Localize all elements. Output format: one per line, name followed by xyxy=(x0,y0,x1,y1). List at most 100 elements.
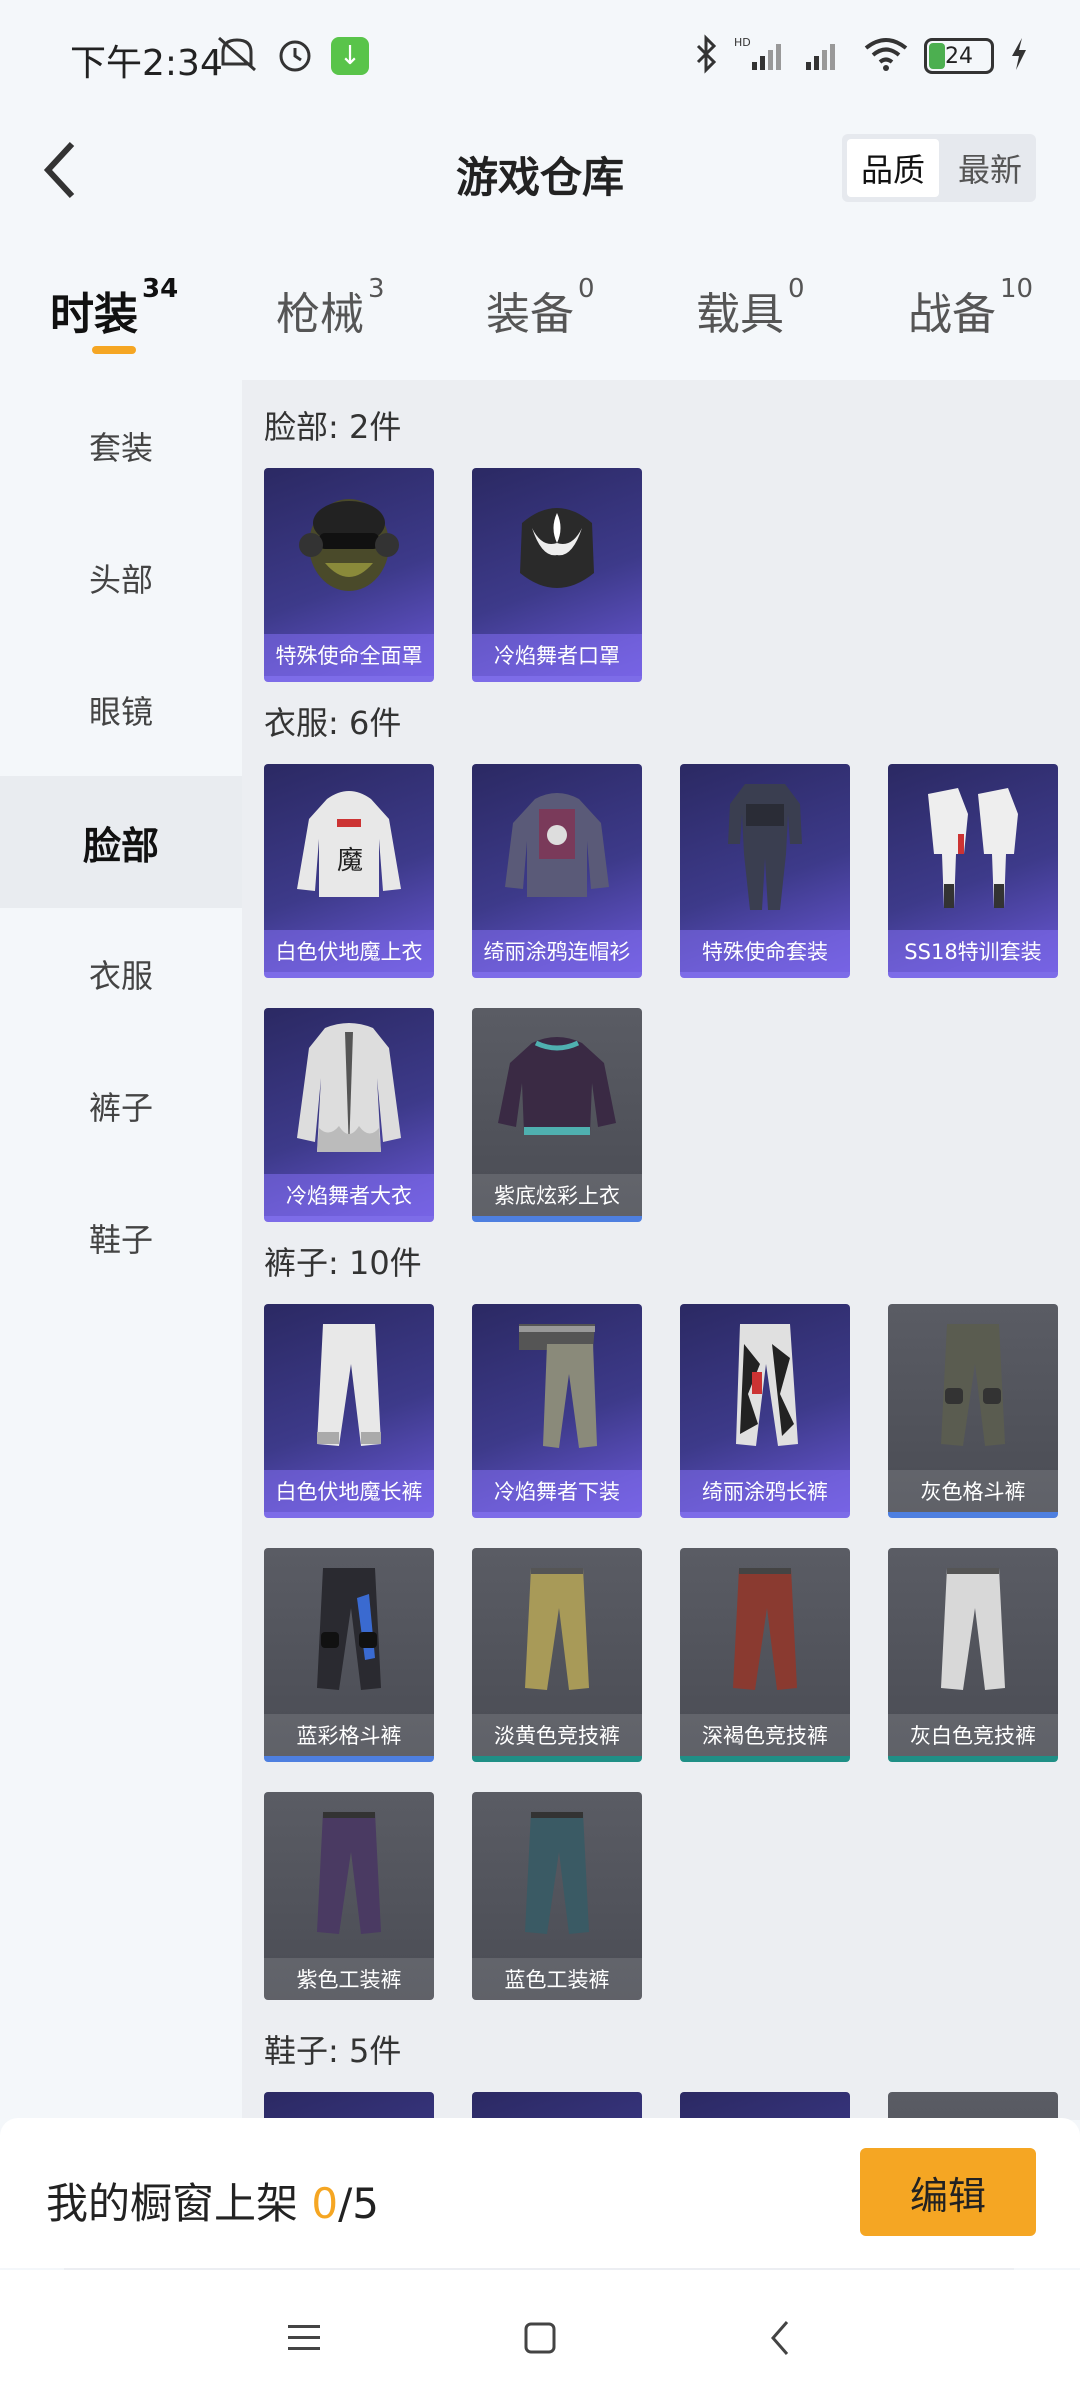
charging-icon xyxy=(1008,34,1030,78)
pants-icon xyxy=(888,1304,1058,1464)
item-card[interactable]: 蓝色工装裤 xyxy=(472,1792,642,2000)
item-card[interactable]: 灰色格斗裤 xyxy=(888,1304,1058,1518)
item-card[interactable]: 绮丽涂鸦连帽衫 xyxy=(472,764,642,978)
sidebar: 套装 头部 眼镜 脸部 衣服 裤子 鞋子 xyxy=(0,380,242,2120)
pants-icon xyxy=(264,1792,434,1952)
svg-text:魔: 魔 xyxy=(337,846,363,876)
item-name: 冷焰舞者下装 xyxy=(472,1470,642,1512)
pants-icon xyxy=(264,1304,434,1464)
item-card[interactable]: 魔 白色伏地魔上衣 xyxy=(264,764,434,978)
pants-icon xyxy=(472,1792,642,1952)
sort-toggle: 品质 最新 xyxy=(842,134,1036,202)
sidebar-item-head[interactable]: 头部 xyxy=(0,512,242,644)
tab-fashion[interactable]: 时装 34 xyxy=(50,274,178,342)
item-name: 蓝彩格斗裤 xyxy=(264,1714,434,1756)
item-card[interactable]: 蓝彩格斗裤 xyxy=(264,1548,434,1762)
item-card[interactable]: 深褐色竞技裤 xyxy=(680,1548,850,1762)
item-name: 蓝色工装裤 xyxy=(472,1958,642,2000)
section-title-pants: 裤子: 10件 xyxy=(264,1244,422,1282)
item-card[interactable]: 紫底炫彩上衣 xyxy=(472,1008,642,1222)
back-nav-button[interactable] xyxy=(750,2308,810,2368)
jacket-icon xyxy=(472,764,642,924)
item-name: 特殊使命全面罩 xyxy=(264,634,434,676)
bluetooth-icon xyxy=(692,34,720,78)
section-title-clothes: 衣服: 6件 xyxy=(264,704,402,742)
section-title-face: 脸部: 2件 xyxy=(264,408,402,446)
item-card[interactable] xyxy=(888,2092,1058,2120)
item-card[interactable]: 特殊使命全面罩 xyxy=(264,468,434,682)
tab-guns[interactable]: 枪械 3 xyxy=(276,274,385,342)
mute-icon xyxy=(215,34,259,78)
item-name: 淡黄色竞技裤 xyxy=(472,1714,642,1756)
item-name: 紫底炫彩上衣 xyxy=(472,1174,642,1216)
pants-icon xyxy=(680,1548,850,1708)
coat-icon xyxy=(264,1008,434,1168)
item-card[interactable]: 冷焰舞者口罩 xyxy=(472,468,642,682)
bomber-jacket-icon xyxy=(472,1008,642,1168)
system-nav-bar xyxy=(0,2270,1080,2400)
item-name: 白色伏地魔上衣 xyxy=(264,930,434,972)
item-name: 紫色工装裤 xyxy=(264,1958,434,2000)
header: 游戏仓库 品质 最新 xyxy=(0,118,1080,223)
menu-icon xyxy=(288,2325,320,2350)
item-name: 白色伏地魔长裤 xyxy=(264,1470,434,1512)
training-suit-icon xyxy=(888,764,1058,924)
item-card[interactable]: 绮丽涂鸦长裤 xyxy=(680,1304,850,1518)
item-name: 冷焰舞者口罩 xyxy=(472,634,642,676)
item-card[interactable] xyxy=(264,2092,434,2120)
active-tab-indicator xyxy=(92,346,136,354)
item-name: 灰色格斗裤 xyxy=(888,1470,1058,1512)
item-card[interactable]: 紫色工装裤 xyxy=(264,1792,434,2000)
menu-button[interactable] xyxy=(274,2308,334,2368)
item-name: 绮丽涂鸦长裤 xyxy=(680,1470,850,1512)
face-mask-icon xyxy=(472,468,642,628)
tactical-suit-icon xyxy=(680,764,850,924)
mask-icon xyxy=(264,468,434,628)
home-button[interactable] xyxy=(510,2308,570,2368)
tab-equipment[interactable]: 装备 0 xyxy=(486,274,595,342)
item-card[interactable]: 白色伏地魔长裤 xyxy=(264,1304,434,1518)
pants-icon xyxy=(472,1548,642,1708)
pants-icon xyxy=(472,1304,642,1464)
pants-icon xyxy=(264,1548,434,1708)
item-card[interactable] xyxy=(680,2092,850,2120)
item-card[interactable]: 灰白色竞技裤 xyxy=(888,1548,1058,1762)
sidebar-item-pants[interactable]: 裤子 xyxy=(0,1040,242,1172)
item-card[interactable]: SS18特训套装 xyxy=(888,764,1058,978)
back-icon xyxy=(771,2321,789,2355)
showcase-panel: 我的橱窗上架 0/5 编辑 xyxy=(0,2118,1080,2268)
sidebar-item-clothes[interactable]: 衣服 xyxy=(0,908,242,1040)
download-badge-icon: ↓ xyxy=(331,37,369,75)
showcase-count: 我的橱窗上架 0/5 xyxy=(46,2179,379,2228)
pants-icon xyxy=(680,1304,850,1464)
sidebar-item-face[interactable]: 脸部 xyxy=(0,776,242,908)
battery-icon: 24 xyxy=(924,38,994,74)
sort-quality-button[interactable]: 品质 xyxy=(847,139,939,197)
item-card[interactable]: 冷焰舞者下装 xyxy=(472,1304,642,1518)
item-card[interactable]: 特殊使命套装 xyxy=(680,764,850,978)
sort-latest-button[interactable]: 最新 xyxy=(944,134,1036,202)
alarm-icon xyxy=(275,34,315,78)
sidebar-item-shoes[interactable]: 鞋子 xyxy=(0,1172,242,1304)
status-bar: 下午2:34 ↓ HD 24 xyxy=(0,0,1080,118)
item-name: SS18特训套装 xyxy=(888,930,1058,972)
clock: 下午2:34 xyxy=(70,43,223,84)
item-name: 深褐色竞技裤 xyxy=(680,1714,850,1756)
item-grid: 脸部: 2件 特殊使命全面罩 冷焰舞者口罩 衣服: 6件 魔 白色伏地魔上衣 绮… xyxy=(242,380,1080,2120)
item-name: 特殊使命套装 xyxy=(680,930,850,972)
hd-signal-icon: HD xyxy=(734,34,788,78)
tab-supplies[interactable]: 战备 10 xyxy=(908,274,1033,342)
item-card[interactable] xyxy=(472,2092,642,2120)
category-tabs: 时装 34 枪械 3 装备 0 载具 0 战备 10 xyxy=(0,258,1080,358)
svg-text:HD: HD xyxy=(734,36,751,49)
hoodie-icon: 魔 xyxy=(264,764,434,924)
sidebar-item-suits[interactable]: 套装 xyxy=(0,380,242,512)
tab-vehicles[interactable]: 载具 0 xyxy=(696,274,805,342)
item-name: 绮丽涂鸦连帽衫 xyxy=(472,930,642,972)
item-name: 冷焰舞者大衣 xyxy=(264,1174,434,1216)
edit-button[interactable]: 编辑 xyxy=(860,2148,1036,2236)
item-card[interactable]: 淡黄色竞技裤 xyxy=(472,1548,642,1762)
home-icon xyxy=(524,2322,556,2354)
item-card[interactable]: 冷焰舞者大衣 xyxy=(264,1008,434,1222)
sidebar-item-glasses[interactable]: 眼镜 xyxy=(0,644,242,776)
